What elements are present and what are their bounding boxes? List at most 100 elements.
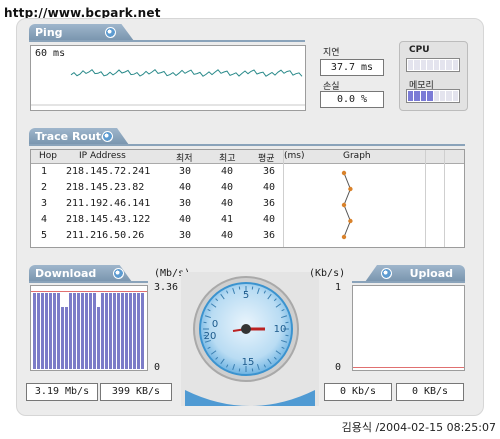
col-graph: Graph — [343, 151, 371, 161]
download-bar — [105, 293, 108, 369]
download-bar — [41, 293, 44, 369]
download-axis-max: 3.36 — [154, 282, 179, 293]
trace-cell-avg: 36 — [263, 230, 276, 241]
speed-gauge: 0 5 10 15 20 — [185, 276, 315, 406]
upload-toggle-button[interactable] — [380, 268, 392, 279]
upload-title: Upload — [409, 267, 453, 280]
download-bar — [89, 293, 92, 369]
col-hop: Hop — [39, 151, 57, 161]
trace-section-tab: Trace Route — [29, 128, 129, 145]
download-bar — [65, 307, 68, 369]
col-ip: IP Address — [79, 151, 126, 161]
delay-label: 지연 — [323, 48, 340, 58]
gauge-label: 0 — [212, 319, 218, 330]
download-graph-panel — [30, 285, 148, 371]
trace-cell-min: 30 — [179, 198, 192, 209]
author-credit: 김용식 /2004-02-15 08:25:07 — [341, 421, 496, 434]
download-bar — [133, 293, 136, 369]
trace-cell-avg: 36 — [263, 166, 276, 177]
download-bar — [45, 293, 48, 369]
trace-cell-max: 40 — [221, 230, 234, 241]
ping-rule — [29, 40, 305, 42]
trace-cell-ip: 218.145.72.241 — [66, 166, 151, 177]
upload-axis-max: 1 — [335, 282, 342, 293]
col-min: 최저 — [176, 154, 193, 164]
download-bar — [121, 293, 124, 369]
upload-rate-kbs: 0 KB/s — [396, 383, 464, 401]
download-bar — [93, 293, 96, 369]
trace-cell-min: 30 — [179, 230, 192, 241]
col-avg: 평균 — [258, 154, 275, 164]
upload-section-tab: Upload — [365, 265, 465, 282]
trace-graph — [341, 170, 353, 240]
trace-cell-avg: 40 — [263, 214, 276, 225]
cpu-label: CPU — [409, 45, 430, 55]
download-bar — [117, 293, 120, 369]
trace-cell-min: 30 — [179, 166, 192, 177]
download-bar — [81, 293, 84, 369]
upload-unit: (Kb/s) — [309, 268, 346, 279]
trace-cell-hop: 3 — [41, 198, 48, 209]
trace-graph-point — [348, 218, 353, 224]
ping-title: Ping — [35, 26, 63, 39]
gauge-label: 15 — [242, 357, 255, 368]
trace-cell-ip: 211.192.46.141 — [66, 198, 151, 209]
trace-cell-avg: 36 — [263, 198, 276, 209]
download-bar — [97, 307, 100, 369]
trace-cell-max: 40 — [221, 198, 234, 209]
download-bar — [101, 293, 104, 369]
download-rate-mbps: 3.19 Mb/s — [26, 383, 98, 401]
download-bar — [57, 293, 60, 369]
download-title: Download — [35, 267, 97, 280]
trace-cell-max: 40 — [221, 166, 234, 177]
download-bar — [53, 293, 56, 369]
upload-graph-panel — [352, 285, 465, 371]
download-bars — [33, 293, 144, 369]
download-bar — [141, 293, 144, 369]
download-bar — [129, 293, 132, 369]
upload-rate-kbps: 0 Kb/s — [324, 383, 392, 401]
trace-cell-min: 40 — [179, 214, 192, 225]
download-section-tab: Download — [29, 265, 132, 282]
trace-cell-hop: 5 — [41, 230, 48, 241]
download-bar — [137, 293, 140, 369]
download-bar — [69, 293, 72, 369]
ping-section-tab: Ping — [29, 24, 134, 41]
ping-waveform — [31, 68, 305, 106]
download-bar — [37, 293, 40, 369]
trace-cell-hop: 2 — [41, 182, 48, 193]
trace-cell-hop: 4 — [41, 214, 48, 225]
download-bar — [85, 293, 88, 369]
gauge-label: 10 — [274, 324, 287, 335]
upload-rule — [352, 281, 465, 283]
gauge-label: 20 — [204, 331, 217, 342]
download-rule — [29, 281, 148, 283]
cpu-meter — [406, 58, 460, 72]
loss-value: 0.0 % — [320, 91, 384, 108]
upload-axis-min: 0 — [335, 362, 342, 373]
trace-toggle-button[interactable] — [102, 131, 113, 142]
trace-title: Trace Route — [35, 130, 109, 143]
memory-meter — [406, 89, 460, 103]
trace-graph-point — [341, 170, 347, 176]
download-bar — [73, 293, 76, 369]
ping-toggle-button[interactable] — [105, 27, 116, 38]
trace-graph-point — [348, 186, 353, 192]
trace-cell-ip: 218.145.23.82 — [66, 182, 145, 193]
trace-cell-ip: 218.145.43.122 — [66, 214, 151, 225]
trace-cell-max: 41 — [221, 214, 234, 225]
trace-graph-point — [341, 202, 347, 208]
download-axis-min: 0 — [154, 362, 161, 373]
trace-graph-point — [341, 234, 347, 240]
trace-cell-hop: 1 — [41, 166, 48, 177]
col-max: 최고 — [219, 154, 236, 164]
download-rate-kbs: 399 KB/s — [100, 383, 172, 401]
download-bar — [49, 293, 52, 369]
col-unit: (ms) — [284, 151, 305, 161]
download-toggle-button[interactable] — [113, 268, 124, 279]
download-bar — [77, 293, 80, 369]
gauge-hub — [241, 324, 251, 334]
download-bar — [33, 293, 36, 369]
download-bar — [125, 293, 128, 369]
download-bar — [109, 293, 112, 369]
